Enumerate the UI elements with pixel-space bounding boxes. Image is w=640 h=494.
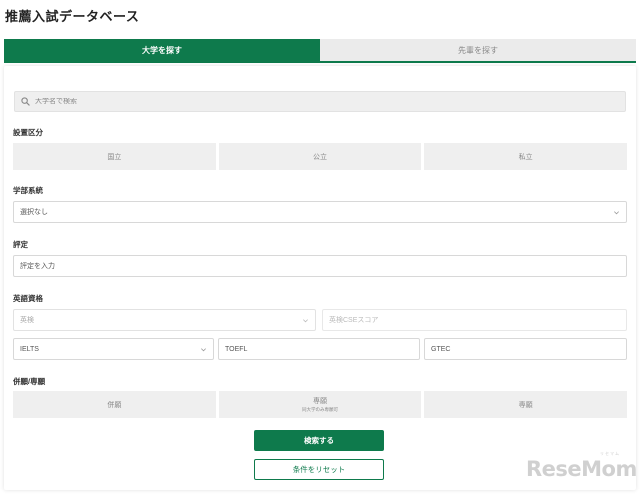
- university-search-input[interactable]: [35, 98, 595, 105]
- reset-button[interactable]: 条件をリセット: [254, 459, 384, 480]
- chevron-down-icon: [614, 210, 619, 214]
- faculty-select[interactable]: 選択なし: [13, 201, 627, 223]
- tab-find-university[interactable]: 大学を探す: [4, 39, 320, 61]
- option-label: 専願: [518, 401, 533, 409]
- option-private[interactable]: 私立: [424, 143, 628, 170]
- option-public[interactable]: 公立: [218, 143, 422, 170]
- setup-category-options: 国立 公立 私立: [13, 143, 628, 170]
- option-label: 国立: [107, 153, 122, 161]
- option-concurrent[interactable]: 併願: [13, 391, 216, 418]
- search-button[interactable]: 検索する: [254, 430, 384, 451]
- eiken-select-value: 英検: [20, 317, 34, 324]
- eiken-select[interactable]: 英検: [13, 309, 316, 331]
- search-form-card: 設置区分 国立 公立 私立 学部系統 選択なし 評定 評定を入力 英語資格 英検…: [4, 66, 637, 490]
- resemom-logo: リセマム ReseMom: [526, 451, 637, 481]
- rating-placeholder: 評定を入力: [20, 263, 55, 270]
- option-national[interactable]: 国立: [13, 143, 216, 170]
- eiken-cse-placeholder: 英検CSEスコア: [329, 317, 379, 324]
- option-exclusive[interactable]: 専願: [424, 391, 628, 418]
- ielts-select-value: IELTS: [20, 345, 39, 353]
- option-sublabel: 同大学のみ専願可: [302, 407, 338, 412]
- logo-text: ReseMom: [526, 457, 637, 481]
- toefl-placeholder: TOEFL: [225, 345, 248, 353]
- setup-category-label: 設置区分: [13, 128, 43, 137]
- search-icon: [21, 97, 30, 106]
- gtec-placeholder: GTEC: [431, 345, 451, 353]
- rating-label: 評定: [13, 240, 28, 249]
- english-label: 英語資格: [13, 294, 43, 303]
- option-label: 私立: [518, 153, 533, 161]
- eiken-cse-input[interactable]: 英検CSEスコア: [322, 309, 627, 331]
- search-mode-tabs: 大学を探す 先輩を探す: [4, 39, 636, 63]
- faculty-label: 学部系統: [13, 186, 43, 195]
- ielts-select[interactable]: IELTS: [13, 338, 214, 360]
- toefl-input[interactable]: TOEFL: [218, 338, 420, 360]
- rating-input[interactable]: 評定を入力: [13, 255, 627, 277]
- university-search-box[interactable]: [14, 91, 626, 112]
- application-type-label: 併願/専願: [13, 377, 46, 386]
- application-type-options: 併願 専願 同大学のみ専願可 専願: [13, 391, 628, 418]
- faculty-select-value: 選択なし: [20, 209, 48, 216]
- chevron-down-icon: [201, 347, 206, 351]
- option-label: 公立: [313, 153, 327, 161]
- page-title: 推薦入試データベース: [5, 9, 140, 24]
- chevron-down-icon: [303, 318, 308, 322]
- option-label: 専願: [313, 398, 327, 405]
- option-exclusive-same-university[interactable]: 専願 同大学のみ専願可: [218, 391, 422, 418]
- gtec-input[interactable]: GTEC: [424, 338, 627, 360]
- option-label: 併願: [107, 401, 122, 409]
- tab-find-senior[interactable]: 先輩を探す: [320, 39, 636, 61]
